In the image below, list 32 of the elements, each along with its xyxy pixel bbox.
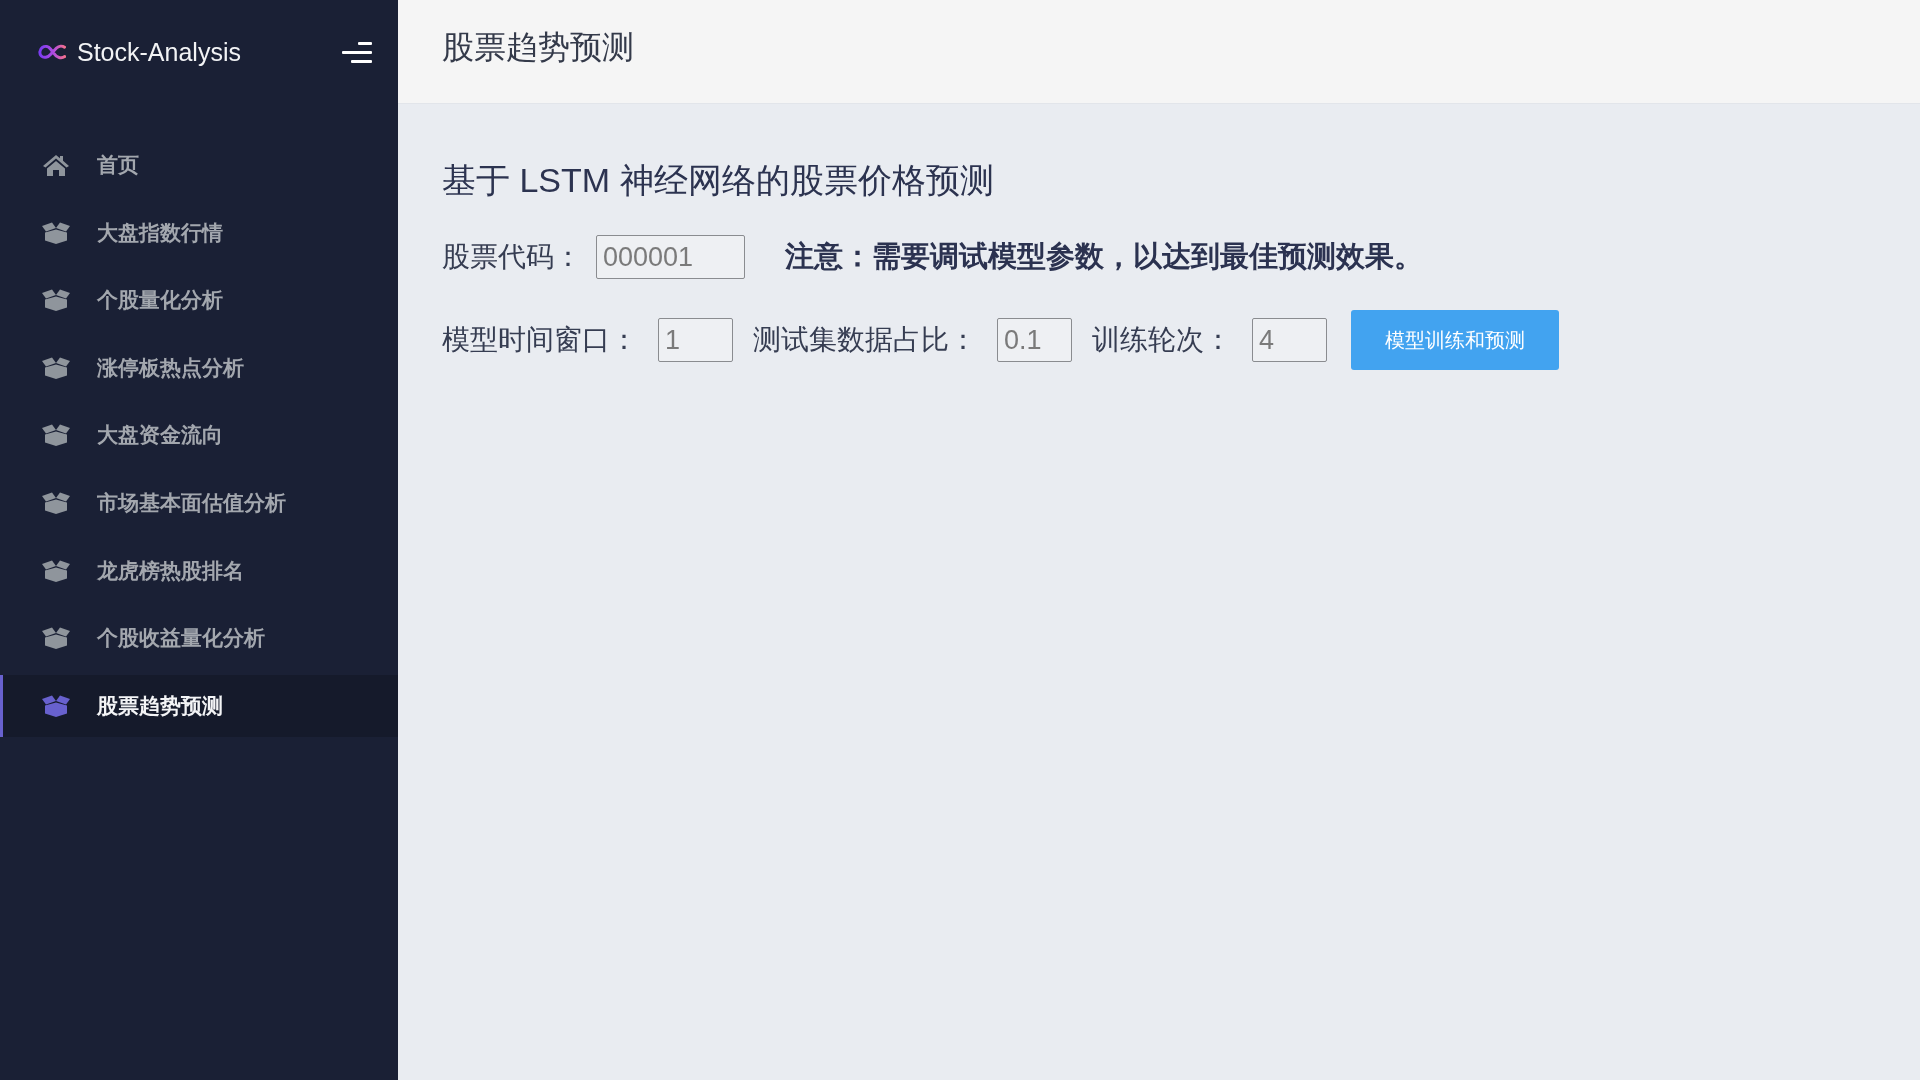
box-icon bbox=[42, 627, 70, 650]
param-field[interactable]: 4 bbox=[1252, 318, 1327, 362]
sidebar-item[interactable]: 涨停板热点分析 bbox=[0, 336, 398, 399]
box-icon bbox=[42, 694, 70, 717]
menu-icon[interactable] bbox=[342, 41, 372, 63]
box-icon bbox=[42, 424, 70, 447]
param-field[interactable]: 1 bbox=[658, 318, 733, 362]
field-label: 训练轮次： bbox=[1092, 323, 1232, 357]
box-icon bbox=[42, 356, 70, 379]
field-label: 模型时间窗口： bbox=[442, 323, 638, 357]
home-icon bbox=[42, 154, 70, 176]
section-heading: 基于 LSTM 神经网络的股票价格预测 bbox=[442, 160, 994, 200]
sidebar-item[interactable]: 龙虎榜热股排名 bbox=[0, 539, 398, 602]
brand-name: Stock-Analysis bbox=[77, 37, 241, 67]
page-title: 股票趋势预测 bbox=[442, 27, 634, 67]
stock-code-field[interactable]: 000001 bbox=[596, 235, 745, 279]
sidebar-item[interactable]: 市场基本面估值分析 bbox=[0, 471, 398, 534]
sidebar-item[interactable]: 首页 bbox=[0, 134, 398, 196]
sidebar-item[interactable]: 个股收益量化分析 bbox=[0, 607, 398, 670]
param-field[interactable]: 0.1 bbox=[997, 318, 1072, 362]
box-icon bbox=[42, 559, 70, 582]
logo-icon bbox=[38, 44, 66, 60]
sidebar-item[interactable]: 个股量化分析 bbox=[0, 269, 398, 332]
notice-text: 注意：需要调试模型参数，以达到最佳预测效果。 bbox=[785, 239, 1423, 274]
field-label: 股票代码： bbox=[442, 240, 582, 274]
box-icon bbox=[42, 491, 70, 514]
sidebar-item[interactable]: 大盘资金流向 bbox=[0, 404, 398, 467]
box-icon bbox=[42, 289, 70, 312]
field-label: 测试集数据占比： bbox=[753, 323, 977, 357]
box-icon bbox=[42, 221, 70, 244]
sidebar-item[interactable]: 股票趋势预测 bbox=[0, 674, 398, 737]
sidebar-item[interactable]: 大盘指数行情 bbox=[0, 201, 398, 264]
